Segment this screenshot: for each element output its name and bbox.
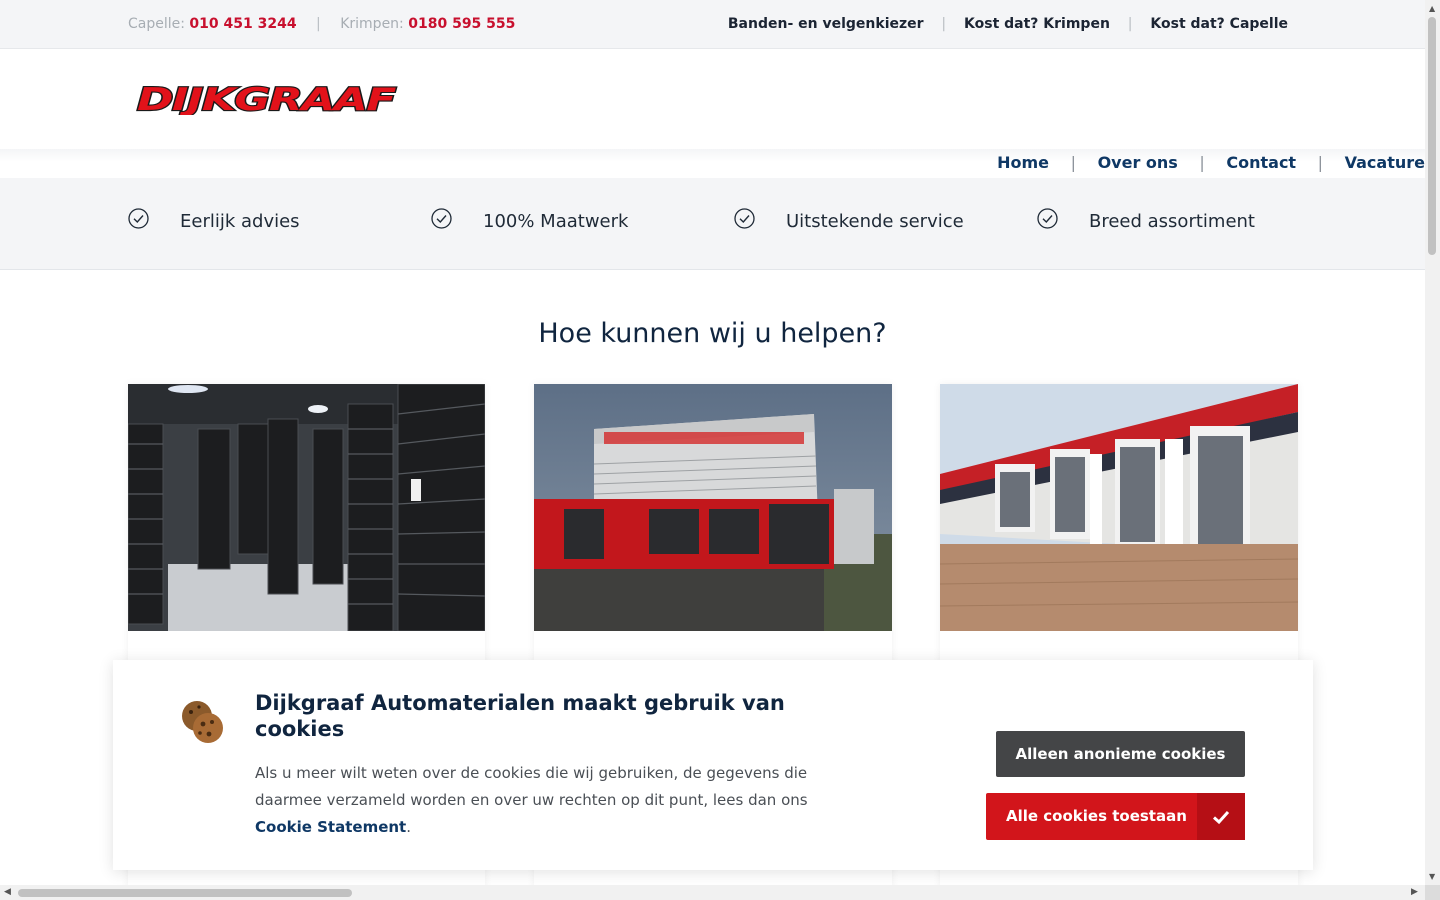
capelle-label: Capelle: xyxy=(128,16,185,32)
logo-text: DIJKGRAAF xyxy=(137,85,396,115)
cookie-title: Dijkgraaf Automaterialen maakt gebruik v… xyxy=(255,691,785,741)
usp-label: Breed assortiment xyxy=(1089,211,1255,232)
cookie-statement-link[interactable]: Cookie Statement xyxy=(255,818,406,836)
krimpen-phone-link[interactable]: 0180 595 555 xyxy=(408,16,515,32)
capelle-phone-link[interactable]: 010 451 3244 xyxy=(189,16,296,32)
nav-vacature[interactable]: Vacature xyxy=(1345,153,1425,172)
scrollbar-corner xyxy=(1425,885,1440,900)
separator: | xyxy=(1199,153,1205,172)
scroll-right-icon[interactable]: ▶ xyxy=(1411,887,1418,897)
krimpen-label: Krimpen: xyxy=(340,16,404,32)
nav-home[interactable]: Home xyxy=(997,153,1049,172)
usp-label: 100% Maatwerk xyxy=(483,211,629,232)
cookie-body-period: . xyxy=(406,818,412,836)
contact-phones: Capelle: 010 451 3244 | Krimpen: 0180 59… xyxy=(128,16,515,32)
cost-capelle-link[interactable]: Kost dat? Capelle xyxy=(1150,16,1288,32)
separator: | xyxy=(316,16,321,32)
anonymous-cookies-button[interactable]: Alleen anonieme cookies xyxy=(996,731,1245,777)
cookie-banner: Dijkgraaf Automaterialen maakt gebruik v… xyxy=(113,660,1313,870)
nav-contact[interactable]: Contact xyxy=(1226,153,1296,172)
tire-warehouse-photo xyxy=(128,384,485,631)
section-title: Hoe kunnen wij u helpen? xyxy=(538,318,887,349)
cookie-body-text: Als u meer wilt weten over de cookies di… xyxy=(255,764,808,809)
check-circle-icon xyxy=(431,208,452,229)
horizontal-scrollbar[interactable]: ◀ ▶ xyxy=(0,885,1425,900)
cost-krimpen-link[interactable]: Kost dat? Krimpen xyxy=(964,16,1110,32)
vertical-scrollbar[interactable]: ▲ ▼ xyxy=(1425,0,1440,885)
separator: | xyxy=(1127,16,1133,32)
usp-bar: Eerlijk advies 100% Maatwerk Uitstekende… xyxy=(0,178,1425,270)
main-nav: Home | Over ons | Contact | Vacature xyxy=(997,153,1425,172)
allow-all-label: Alle cookies toestaan xyxy=(1006,807,1187,825)
check-circle-icon xyxy=(128,208,149,229)
check-circle-icon xyxy=(734,208,755,229)
scroll-left-icon[interactable]: ◀ xyxy=(4,887,11,897)
usp-label: Uitstekende service xyxy=(786,211,964,232)
nav-over-ons[interactable]: Over ons xyxy=(1098,153,1178,172)
site-header: DIJKGRAAF xyxy=(0,49,1425,149)
allow-all-cookies-button[interactable]: Alle cookies toestaan xyxy=(986,793,1245,840)
cookie-body: Als u meer wilt weten over de cookies di… xyxy=(255,760,835,841)
separator: | xyxy=(1317,153,1324,172)
storefront-photo xyxy=(534,384,892,631)
dijkgraaf-logo[interactable]: DIJKGRAAF xyxy=(134,81,398,119)
cookie-icon xyxy=(182,701,223,743)
tire-wheel-selector-link[interactable]: Banden- en velgenkiezer xyxy=(728,16,924,32)
workshop-garage-photo xyxy=(940,384,1298,631)
vertical-scroll-thumb[interactable] xyxy=(1428,17,1436,255)
top-links: Banden- en velgenkiezer | Kost dat? Krim… xyxy=(728,16,1288,32)
scroll-up-icon[interactable]: ▲ xyxy=(1429,4,1435,13)
usp-label: Eerlijk advies xyxy=(180,211,300,232)
scroll-down-icon[interactable]: ▼ xyxy=(1429,872,1435,881)
separator: | xyxy=(1070,153,1076,172)
separator: | xyxy=(941,16,947,32)
check-circle-icon xyxy=(1037,208,1058,229)
top-bar: Capelle: 010 451 3244 | Krimpen: 0180 59… xyxy=(0,0,1425,49)
checkmark-icon xyxy=(1197,793,1245,840)
horizontal-scroll-thumb[interactable] xyxy=(18,889,352,897)
